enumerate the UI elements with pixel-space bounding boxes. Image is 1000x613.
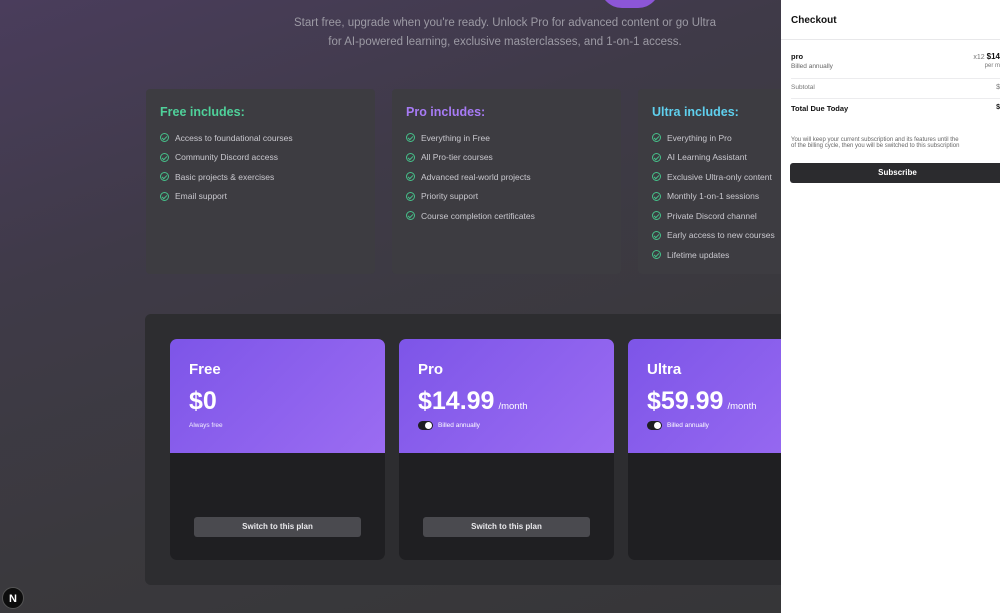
check-circle-icon [652, 211, 661, 221]
plan-period: /month [727, 401, 757, 412]
plan-card-pro: Pro $14.99 /month Billed annually Switch… [399, 339, 614, 560]
checkout-title: Checkout [781, 0, 1000, 40]
free-features-title: Free includes: [160, 105, 245, 119]
checkout-item-billing: Billed annually [791, 63, 833, 70]
billing-toggle[interactable] [647, 421, 662, 430]
check-circle-icon [406, 152, 415, 162]
plan-name: Free [189, 361, 221, 378]
switch-plan-button[interactable]: Switch to this plan [423, 517, 590, 537]
plan-header: Pro $14.99 /month Billed annually [399, 339, 614, 453]
plan-price: $0 [189, 387, 217, 415]
check-circle-icon [160, 133, 169, 143]
check-circle-icon [406, 133, 415, 143]
check-circle-icon [406, 191, 415, 201]
subtotal-label: Subtotal [791, 84, 815, 91]
feature-item: Advanced real-world projects [406, 167, 607, 187]
pricing-subtitle: Start free, upgrade when you're ready. U… [294, 17, 716, 48]
check-circle-icon [160, 152, 169, 162]
plan-period: /month [498, 401, 528, 412]
feature-item: Priority support [406, 187, 607, 207]
check-circle-icon [406, 172, 415, 182]
checkout-drawer: Checkout pro Billed annually x12 $14 per… [781, 0, 1000, 613]
divider [791, 78, 1000, 79]
feature-item: Everything in Free [406, 128, 607, 148]
plan-price: $14.99 [418, 387, 495, 415]
check-circle-icon [652, 152, 661, 162]
billing-toggle-label: Billed annually [667, 422, 709, 429]
plan-card-free: Free $0 Always free Switch to this plan [170, 339, 385, 560]
nextjs-dev-badge-icon[interactable]: N [2, 587, 24, 609]
pro-features-card: Pro includes: Everything in Free All Pro… [392, 89, 621, 274]
check-circle-icon [652, 230, 661, 240]
checkout-item-name: pro [791, 52, 804, 61]
checkout-item-period: per m [984, 63, 1000, 69]
billing-toggle[interactable] [418, 421, 433, 430]
free-features-card: Free includes: Access to foundational co… [146, 89, 375, 274]
subscribe-button[interactable]: Subscribe [790, 163, 1000, 183]
check-circle-icon [652, 250, 661, 260]
subscription-notice: You will keep your current subscription … [791, 137, 960, 149]
total-due-value: $ [996, 104, 1000, 111]
check-circle-icon [160, 191, 169, 201]
plan-name: Pro [418, 361, 444, 378]
subtotal-value: $ [996, 84, 1000, 91]
feature-item: All Pro-tier courses [406, 148, 607, 168]
divider [791, 98, 1000, 99]
check-circle-icon [406, 211, 415, 221]
plan-price: $59.99 [647, 387, 724, 415]
pro-features-title: Pro includes: [406, 105, 486, 119]
heading-fragment [600, 0, 660, 8]
switch-plan-button[interactable]: Switch to this plan [194, 517, 361, 537]
plan-note: Always free [189, 422, 223, 429]
feature-item: Course completion certificates [406, 206, 607, 226]
check-circle-icon [652, 191, 661, 201]
feature-item: Access to foundational courses [160, 128, 361, 148]
feature-item: Basic projects & exercises [160, 167, 361, 187]
total-due-label: Total Due Today [791, 104, 849, 113]
plan-header: Free $0 Always free [170, 339, 385, 453]
billing-toggle-label: Billed annually [438, 422, 480, 429]
check-circle-icon [652, 133, 661, 143]
check-circle-icon [652, 172, 661, 182]
feature-item: Email support [160, 187, 361, 207]
checkout-item-price: x12 $14 [973, 52, 1000, 61]
feature-item: Community Discord access [160, 148, 361, 168]
billing-toggle-row: Billed annually [418, 421, 595, 430]
check-circle-icon [160, 172, 169, 182]
